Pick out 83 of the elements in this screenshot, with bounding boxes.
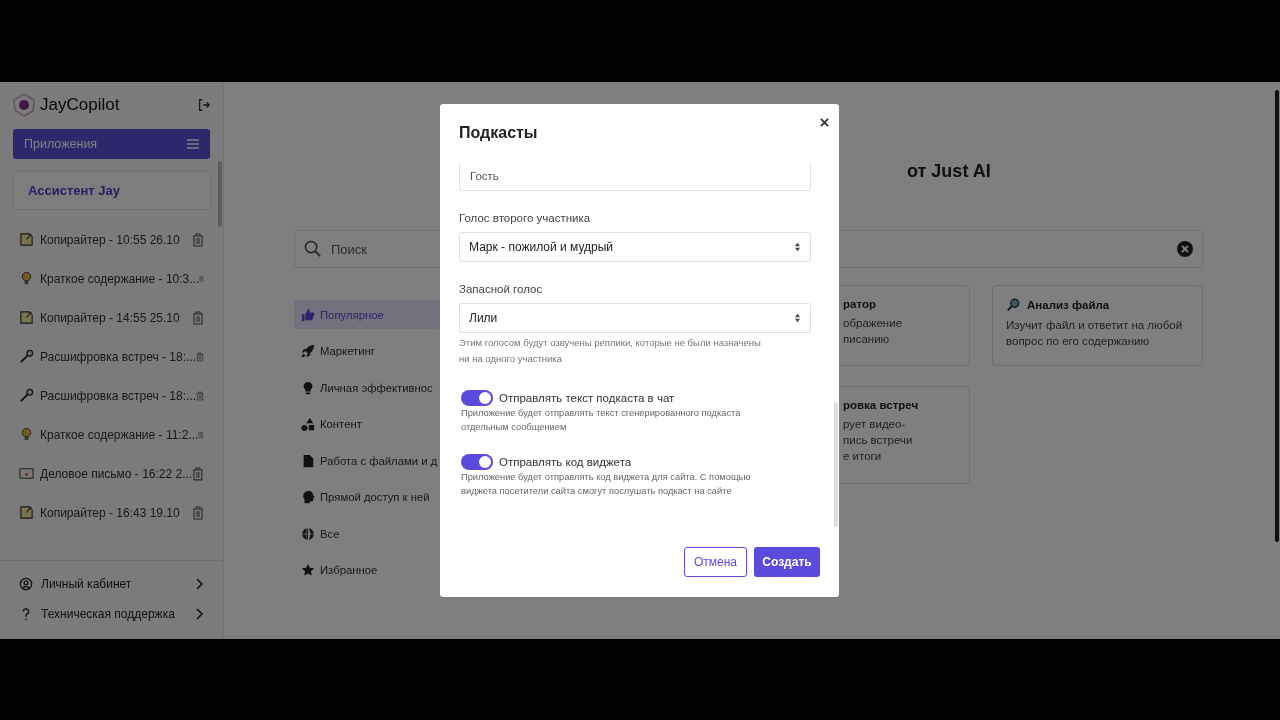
toggle-label: Отправлять текст подкаста в чат (499, 392, 675, 404)
trash-icon[interactable] (192, 232, 204, 247)
user-circle-icon (19, 577, 33, 591)
shapes-icon (301, 417, 315, 431)
search-icon (304, 240, 321, 257)
card-description: писанию (843, 332, 891, 347)
globe-icon (301, 526, 315, 541)
microphone-icon (19, 349, 34, 364)
close-icon[interactable] (820, 118, 829, 127)
trash-icon[interactable] (196, 349, 204, 364)
category-item[interactable]: Личная эффективнос (294, 373, 440, 402)
category-item[interactable]: Популярное (294, 300, 440, 329)
card-title: ратор (843, 298, 876, 310)
card-description: е итоги (843, 449, 883, 464)
card-description: ображение (843, 316, 904, 331)
category-item[interactable]: Контент (294, 409, 440, 439)
assistant-item[interactable]: Ассистент Jay (13, 171, 211, 210)
toggle-description: Приложение будет отправлять код виджета для сайта. С помощью виджета посетители сайта смогут послушать подкаст на сайте (461, 471, 752, 498)
trash-icon[interactable] (192, 310, 204, 325)
trash-icon[interactable] (196, 388, 204, 403)
app-card[interactable]: Анализ файла Изучит файл и ответит на любой вопрос по его содержанию (992, 285, 1203, 366)
card-description: вопрос по его содержанию (1006, 334, 1151, 349)
toggle-description: Приложение будет отправлять текст сгенерированного подкаста отдельным сообщением (461, 407, 742, 434)
clear-icon[interactable] (1177, 241, 1193, 257)
lightbulb-icon (19, 427, 34, 442)
sort-icon (794, 313, 801, 323)
card-description: пись встречи (843, 433, 914, 448)
card-description: Изучит файл и ответит на любой (1006, 318, 1184, 333)
card-title: ровка встреч (843, 399, 919, 411)
notepad-icon (19, 505, 34, 520)
history-item[interactable]: Копирайтер - 14:55 25.10 (40, 310, 192, 325)
voice-select[interactable]: Лили (459, 303, 811, 333)
cancel-button[interactable]: Отмена (684, 547, 747, 577)
voice-select[interactable]: Марк - пожилой и мудрый (459, 232, 811, 262)
history-item[interactable]: Краткое содержание - 11:2... (40, 427, 199, 442)
sort-icon (794, 242, 801, 252)
notepad-icon (19, 310, 34, 325)
lightbulb-icon (301, 380, 315, 395)
field-label: Запасной голос (459, 283, 544, 295)
menu-icon (187, 139, 199, 149)
footer-link[interactable]: Техническая поддержка (41, 607, 196, 621)
category-item[interactable]: Все (294, 519, 440, 548)
category-item[interactable]: Работа с файлами и д (294, 446, 440, 475)
trash-icon[interactable] (192, 466, 204, 481)
chevron-right-icon (196, 578, 204, 590)
history-item[interactable]: Деловое письмо - 16:22 2... (40, 466, 193, 481)
trash-icon[interactable] (192, 505, 204, 520)
category-item[interactable]: Маркетинг (294, 336, 440, 366)
card-description: рует видео- (843, 417, 907, 432)
history-item[interactable]: Расшифровка встреч - 18:... (40, 388, 196, 403)
page-title: от Just AI (907, 161, 992, 183)
logout-icon[interactable] (197, 97, 211, 112)
head-icon (301, 490, 315, 504)
history-item[interactable]: Копирайтер - 16:43 19.10 (40, 505, 192, 520)
toggle-switch[interactable] (461, 390, 493, 406)
microphone-icon (19, 388, 34, 403)
lightbulb-icon (19, 271, 34, 286)
apps-button[interactable]: Приложения (13, 129, 210, 159)
rocket-icon (301, 344, 315, 358)
history-item[interactable]: Копирайтер - 10:55 26.10 (40, 232, 192, 247)
scrollbar[interactable] (1275, 90, 1279, 542)
logo-icon (12, 92, 36, 117)
guest-name-field[interactable]: Гость (459, 162, 811, 191)
toggle-switch[interactable] (461, 454, 493, 470)
footer-link[interactable]: Личный кабинет (41, 577, 196, 591)
notepad-icon (19, 232, 34, 247)
field-label: Голос второго участника (459, 212, 592, 224)
field-hint: Этим голосом будут озвучены реплики, которые не были назначены ни на одного участника (459, 336, 762, 366)
create-button[interactable]: Создать (754, 547, 820, 577)
star-icon (301, 563, 315, 577)
app-name: JayCopilot (40, 94, 121, 115)
history-item[interactable]: Краткое содержание - 10:3... (40, 271, 200, 286)
chevron-right-icon (196, 608, 204, 620)
envelope-icon (19, 466, 34, 481)
thumbs-up-icon (301, 307, 315, 322)
card-title: Анализ файла (1027, 299, 1110, 311)
document-icon (301, 453, 315, 468)
dialog-title: Подкасты (459, 124, 538, 142)
category-item[interactable]: Избранное (294, 555, 440, 585)
scrollbar[interactable] (834, 402, 838, 527)
history-item[interactable]: Расшифровка встреч - 18:... (40, 349, 196, 364)
toggle-label: Отправлять код виджета (499, 456, 632, 468)
category-item[interactable]: Прямой доступ к ней (294, 482, 440, 512)
